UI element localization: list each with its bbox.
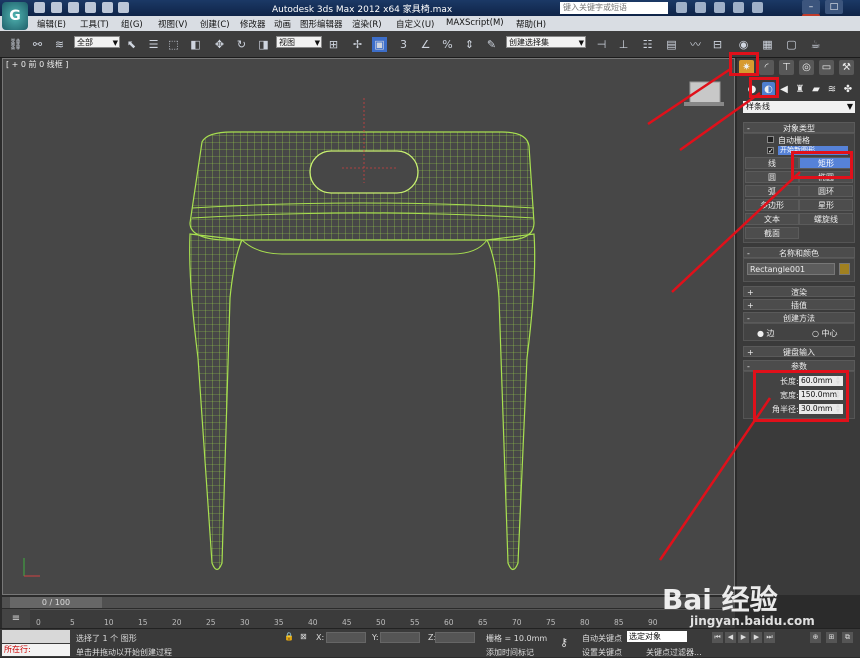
time-slider-track[interactable] <box>2 597 735 608</box>
timeline-tick-label: 30 <box>240 618 250 627</box>
add-time-tag-button[interactable]: 添加时间标记 <box>486 647 534 658</box>
timeline-tick-label: 80 <box>580 618 590 627</box>
timeline-tick-label: 65 <box>478 618 488 627</box>
baidu-watermark-logo: Bai 经验 <box>662 583 778 616</box>
set-key-button[interactable]: 设置关键点 <box>582 647 622 658</box>
time-slider-thumb[interactable]: 0 / 100 <box>10 597 102 608</box>
go-to-start-icon[interactable]: ⏮ <box>712 632 723 643</box>
timeline-tick-label: 50 <box>376 618 386 627</box>
maxscript-listener-input[interactable] <box>2 630 70 643</box>
key-mode-dropdown[interactable]: 选定对象 <box>627 631 687 642</box>
annotation-arrows <box>647 66 801 561</box>
timeline-tick-label: 70 <box>512 618 522 627</box>
timeline-tick-label: 10 <box>104 618 114 627</box>
maxscript-line-label: 所在行: <box>2 644 70 656</box>
next-frame-icon[interactable]: ▶ <box>751 632 762 643</box>
x-label: X: <box>316 633 325 642</box>
timeline-tick-label: 15 <box>138 618 148 627</box>
previous-frame-icon[interactable]: ◀ <box>725 632 736 643</box>
timeline-tick-label: 20 <box>172 618 182 627</box>
play-icon[interactable]: ▶ <box>738 632 749 643</box>
timeline-tick-label: 85 <box>614 618 624 627</box>
x-coordinate-input[interactable] <box>326 632 366 643</box>
timeline-tick-label: 45 <box>342 618 352 627</box>
timeline-tick-label: 40 <box>308 618 318 627</box>
mini-curve-editor-icon[interactable]: ≡ <box>2 609 30 628</box>
zoom-extents-icon[interactable]: ⊞ <box>826 632 837 643</box>
zoom-icon[interactable]: ⊕ <box>810 632 821 643</box>
timeline-tick-label: 0 <box>36 618 41 627</box>
maximize-viewport-icon[interactable]: ⧉ <box>842 632 853 643</box>
absolute-mode-icon[interactable]: ⊠ <box>300 632 307 641</box>
timeline-tick-label: 25 <box>206 618 216 627</box>
key-filters-button[interactable]: 关键点过滤器... <box>646 647 702 658</box>
y-coordinate-input[interactable] <box>380 632 420 643</box>
timeline-tick-label: 75 <box>546 618 556 627</box>
auto-key-button[interactable]: 自动关键点 <box>582 633 622 644</box>
baidu-watermark-url: jingyan.baidu.com <box>690 614 815 628</box>
z-coordinate-input[interactable] <box>435 632 475 643</box>
app-logo-icon[interactable]: G <box>2 2 28 30</box>
timeline-tick-label: 5 <box>70 618 75 627</box>
y-label: Y: <box>372 633 379 642</box>
timeline-tick-label: 60 <box>444 618 454 627</box>
go-to-end-icon[interactable]: ⏭ <box>764 632 775 643</box>
key-icon[interactable]: ⚷ <box>560 636 568 649</box>
lock-selection-icon[interactable]: 🔒 <box>284 632 294 641</box>
timeline-tick-label: 55 <box>410 618 420 627</box>
grid-size-readout: 栅格 = 10.0mm <box>486 634 548 643</box>
prompt-line: 单击并拖动以开始创建过程 <box>76 648 172 657</box>
timeline-tick-label: 90 <box>648 618 658 627</box>
selection-status: 选择了 1 个 图形 <box>76 634 137 643</box>
timeline-tick-label: 35 <box>274 618 284 627</box>
